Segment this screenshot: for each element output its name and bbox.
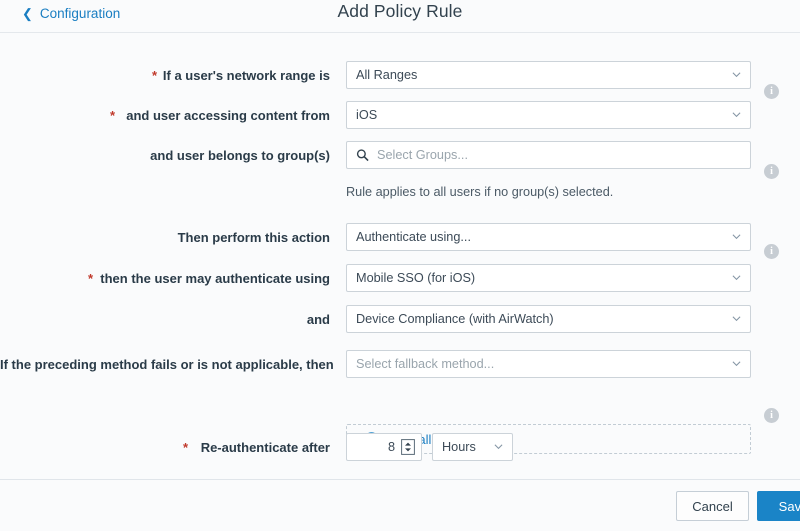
form-row-auth-method-1: * then the user may authenticate using M…: [0, 258, 800, 298]
control-device-type: iOS: [346, 101, 751, 129]
select-action[interactable]: Authenticate using...: [346, 223, 751, 251]
select-auth-method-2-value: Device Compliance (with AirWatch): [356, 312, 554, 326]
control-fallback-method: Select fallback method...: [346, 350, 751, 378]
save-button[interactable]: Save: [757, 491, 800, 521]
reauthenticate-number-input[interactable]: 8: [346, 433, 422, 461]
select-device-type-value: iOS: [356, 108, 378, 122]
form-panel: * If a user's network range is All Range…: [0, 33, 800, 479]
info-icon[interactable]: i: [764, 408, 779, 423]
label-groups: and user belongs to group(s): [150, 147, 330, 163]
label-network-range: * If a user's network range is: [152, 67, 330, 83]
required-asterisk: *: [152, 67, 158, 83]
form-row-reauthenticate: * Re-authenticate after 8 Hours: [0, 427, 800, 467]
label-auth-method-1: * then the user may authenticate using: [88, 270, 330, 286]
page-title: Add Policy Rule: [337, 1, 463, 21]
control-auth-method-2: Device Compliance (with AirWatch): [346, 305, 751, 333]
required-asterisk: *: [88, 270, 94, 286]
select-auth-method-2[interactable]: Device Compliance (with AirWatch): [346, 305, 751, 333]
control-groups: Select Groups...: [346, 141, 751, 169]
reauthenticate-unit-select[interactable]: Hours: [432, 433, 513, 461]
label-fallback-method: If the preceding method fails or is not …: [0, 356, 334, 372]
group-search-field[interactable]: Select Groups...: [346, 141, 751, 169]
top-bar: ❮ Configuration Add Policy Rule: [0, 0, 800, 33]
row-icons-action: i: [764, 408, 779, 423]
required-asterisk: *: [110, 107, 116, 123]
control-auth-method-1: Mobile SSO (for iOS): [346, 264, 751, 292]
label-auth-method-2: and: [306, 311, 330, 327]
cancel-button[interactable]: Cancel: [676, 491, 749, 521]
stepper-up-down-icon: [401, 439, 415, 455]
chevron-down-icon: [732, 234, 741, 240]
group-hint-text: Rule applies to all users if no group(s)…: [346, 185, 614, 199]
select-auth-method-1[interactable]: Mobile SSO (for iOS): [346, 264, 751, 292]
chevron-down-icon: [732, 361, 741, 367]
chevron-down-icon: [732, 72, 741, 78]
form-row-network-range: * If a user's network range is All Range…: [0, 55, 800, 99]
number-stepper-arrows[interactable]: [401, 439, 416, 455]
chevron-down-icon: [732, 316, 741, 322]
group-search-placeholder: Select Groups...: [377, 148, 468, 162]
select-fallback-method[interactable]: Select fallback method...: [346, 350, 751, 378]
select-action-value: Authenticate using...: [356, 230, 471, 244]
chevron-down-icon: [732, 112, 741, 118]
reauthenticate-value: 8: [387, 440, 395, 454]
control-network-range: All Ranges: [346, 61, 751, 89]
control-reauthenticate: 8 Hours: [346, 433, 513, 461]
required-asterisk: *: [183, 439, 189, 455]
label-reauthenticate: * Re-authenticate after: [183, 439, 330, 455]
form-row-groups: and user belongs to group(s) Select Grou…: [0, 135, 800, 259]
control-action: Authenticate using...: [346, 223, 751, 251]
select-network-range[interactable]: All Ranges: [346, 61, 751, 89]
select-auth-method-1-value: Mobile SSO (for iOS): [356, 271, 476, 285]
label-action: Then perform this action: [177, 229, 330, 245]
reauthenticate-unit-value: Hours: [442, 440, 476, 454]
select-fallback-method-value: Select fallback method...: [356, 357, 495, 371]
select-network-range-value: All Ranges: [356, 68, 418, 82]
footer-bar: Cancel Save: [0, 479, 800, 531]
form-row-fallback-method: If the preceding method fails or is not …: [0, 344, 800, 384]
chevron-down-icon: [494, 444, 503, 450]
form-row-action: Then perform this action Authenticate us…: [0, 217, 800, 423]
form-row-auth-method-2: and Device Compliance (with AirWatch): [0, 299, 800, 339]
select-device-type[interactable]: iOS: [346, 101, 751, 129]
search-icon: [356, 149, 369, 162]
label-device-type: * and user accessing content from: [110, 107, 330, 123]
form-row-device-type: * and user accessing content from iOS i: [0, 95, 800, 179]
chevron-down-icon: [732, 275, 741, 281]
